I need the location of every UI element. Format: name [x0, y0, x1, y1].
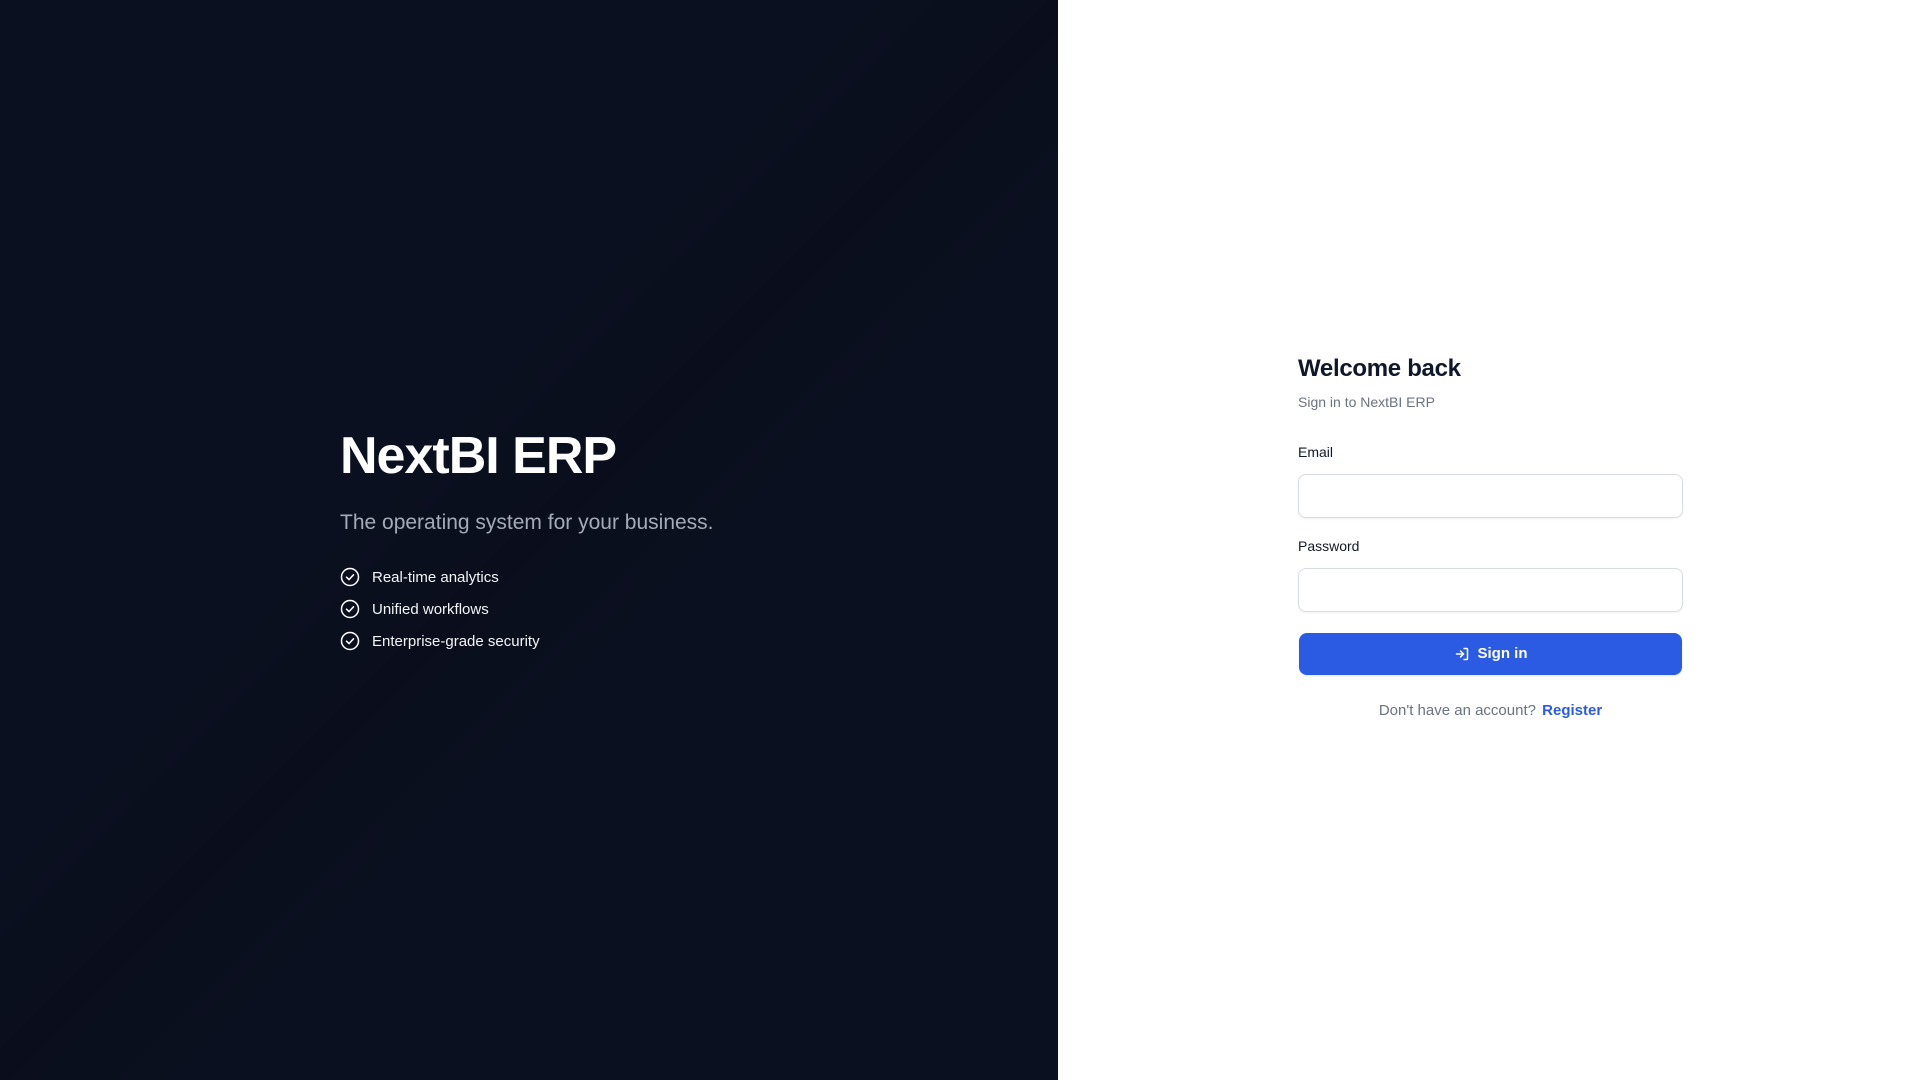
- log-in-icon: [1454, 646, 1470, 662]
- feature-list: Real-time analytics Unified workflows En…: [340, 561, 714, 657]
- hero-panel: NextBI ERP The operating system for your…: [0, 0, 1058, 1080]
- login-form: Welcome back Sign in to NextBI ERP Email…: [1298, 355, 1683, 719]
- email-label: Email: [1298, 443, 1334, 460]
- login-page: NextBI ERP The operating system for your…: [0, 0, 1920, 1080]
- feature-item: Unified workflows: [340, 593, 714, 625]
- sign-in-button[interactable]: Sign in: [1299, 632, 1682, 675]
- password-label: Password: [1298, 537, 1360, 554]
- check-circle-icon: [340, 567, 360, 587]
- register-prompt: Don't have an account? Register: [1298, 702, 1683, 719]
- feature-label: Real-time analytics: [372, 568, 499, 586]
- email-field[interactable]: [1298, 473, 1683, 518]
- register-prompt-text: Don't have an account?: [1378, 701, 1536, 719]
- login-title: Welcome back: [1298, 355, 1461, 382]
- login-subtitle: Sign in to NextBI ERP: [1298, 393, 1435, 410]
- brand-tagline: The operating system for your business.: [340, 511, 714, 534]
- hero-content: NextBI ERP The operating system for your…: [340, 430, 714, 657]
- feature-item: Enterprise-grade security: [340, 625, 714, 657]
- register-link[interactable]: Register: [1542, 702, 1602, 719]
- brand-title: NextBI ERP: [340, 427, 617, 485]
- check-circle-icon: [340, 631, 360, 651]
- check-circle-icon: [340, 599, 360, 619]
- feature-item: Real-time analytics: [340, 561, 714, 593]
- feature-label: Unified workflows: [372, 600, 489, 618]
- password-field[interactable]: [1298, 567, 1683, 612]
- login-panel: Welcome back Sign in to NextBI ERP Email…: [1058, 0, 1920, 1080]
- sign-in-label: Sign in: [1477, 645, 1528, 663]
- feature-label: Enterprise-grade security: [372, 632, 540, 650]
